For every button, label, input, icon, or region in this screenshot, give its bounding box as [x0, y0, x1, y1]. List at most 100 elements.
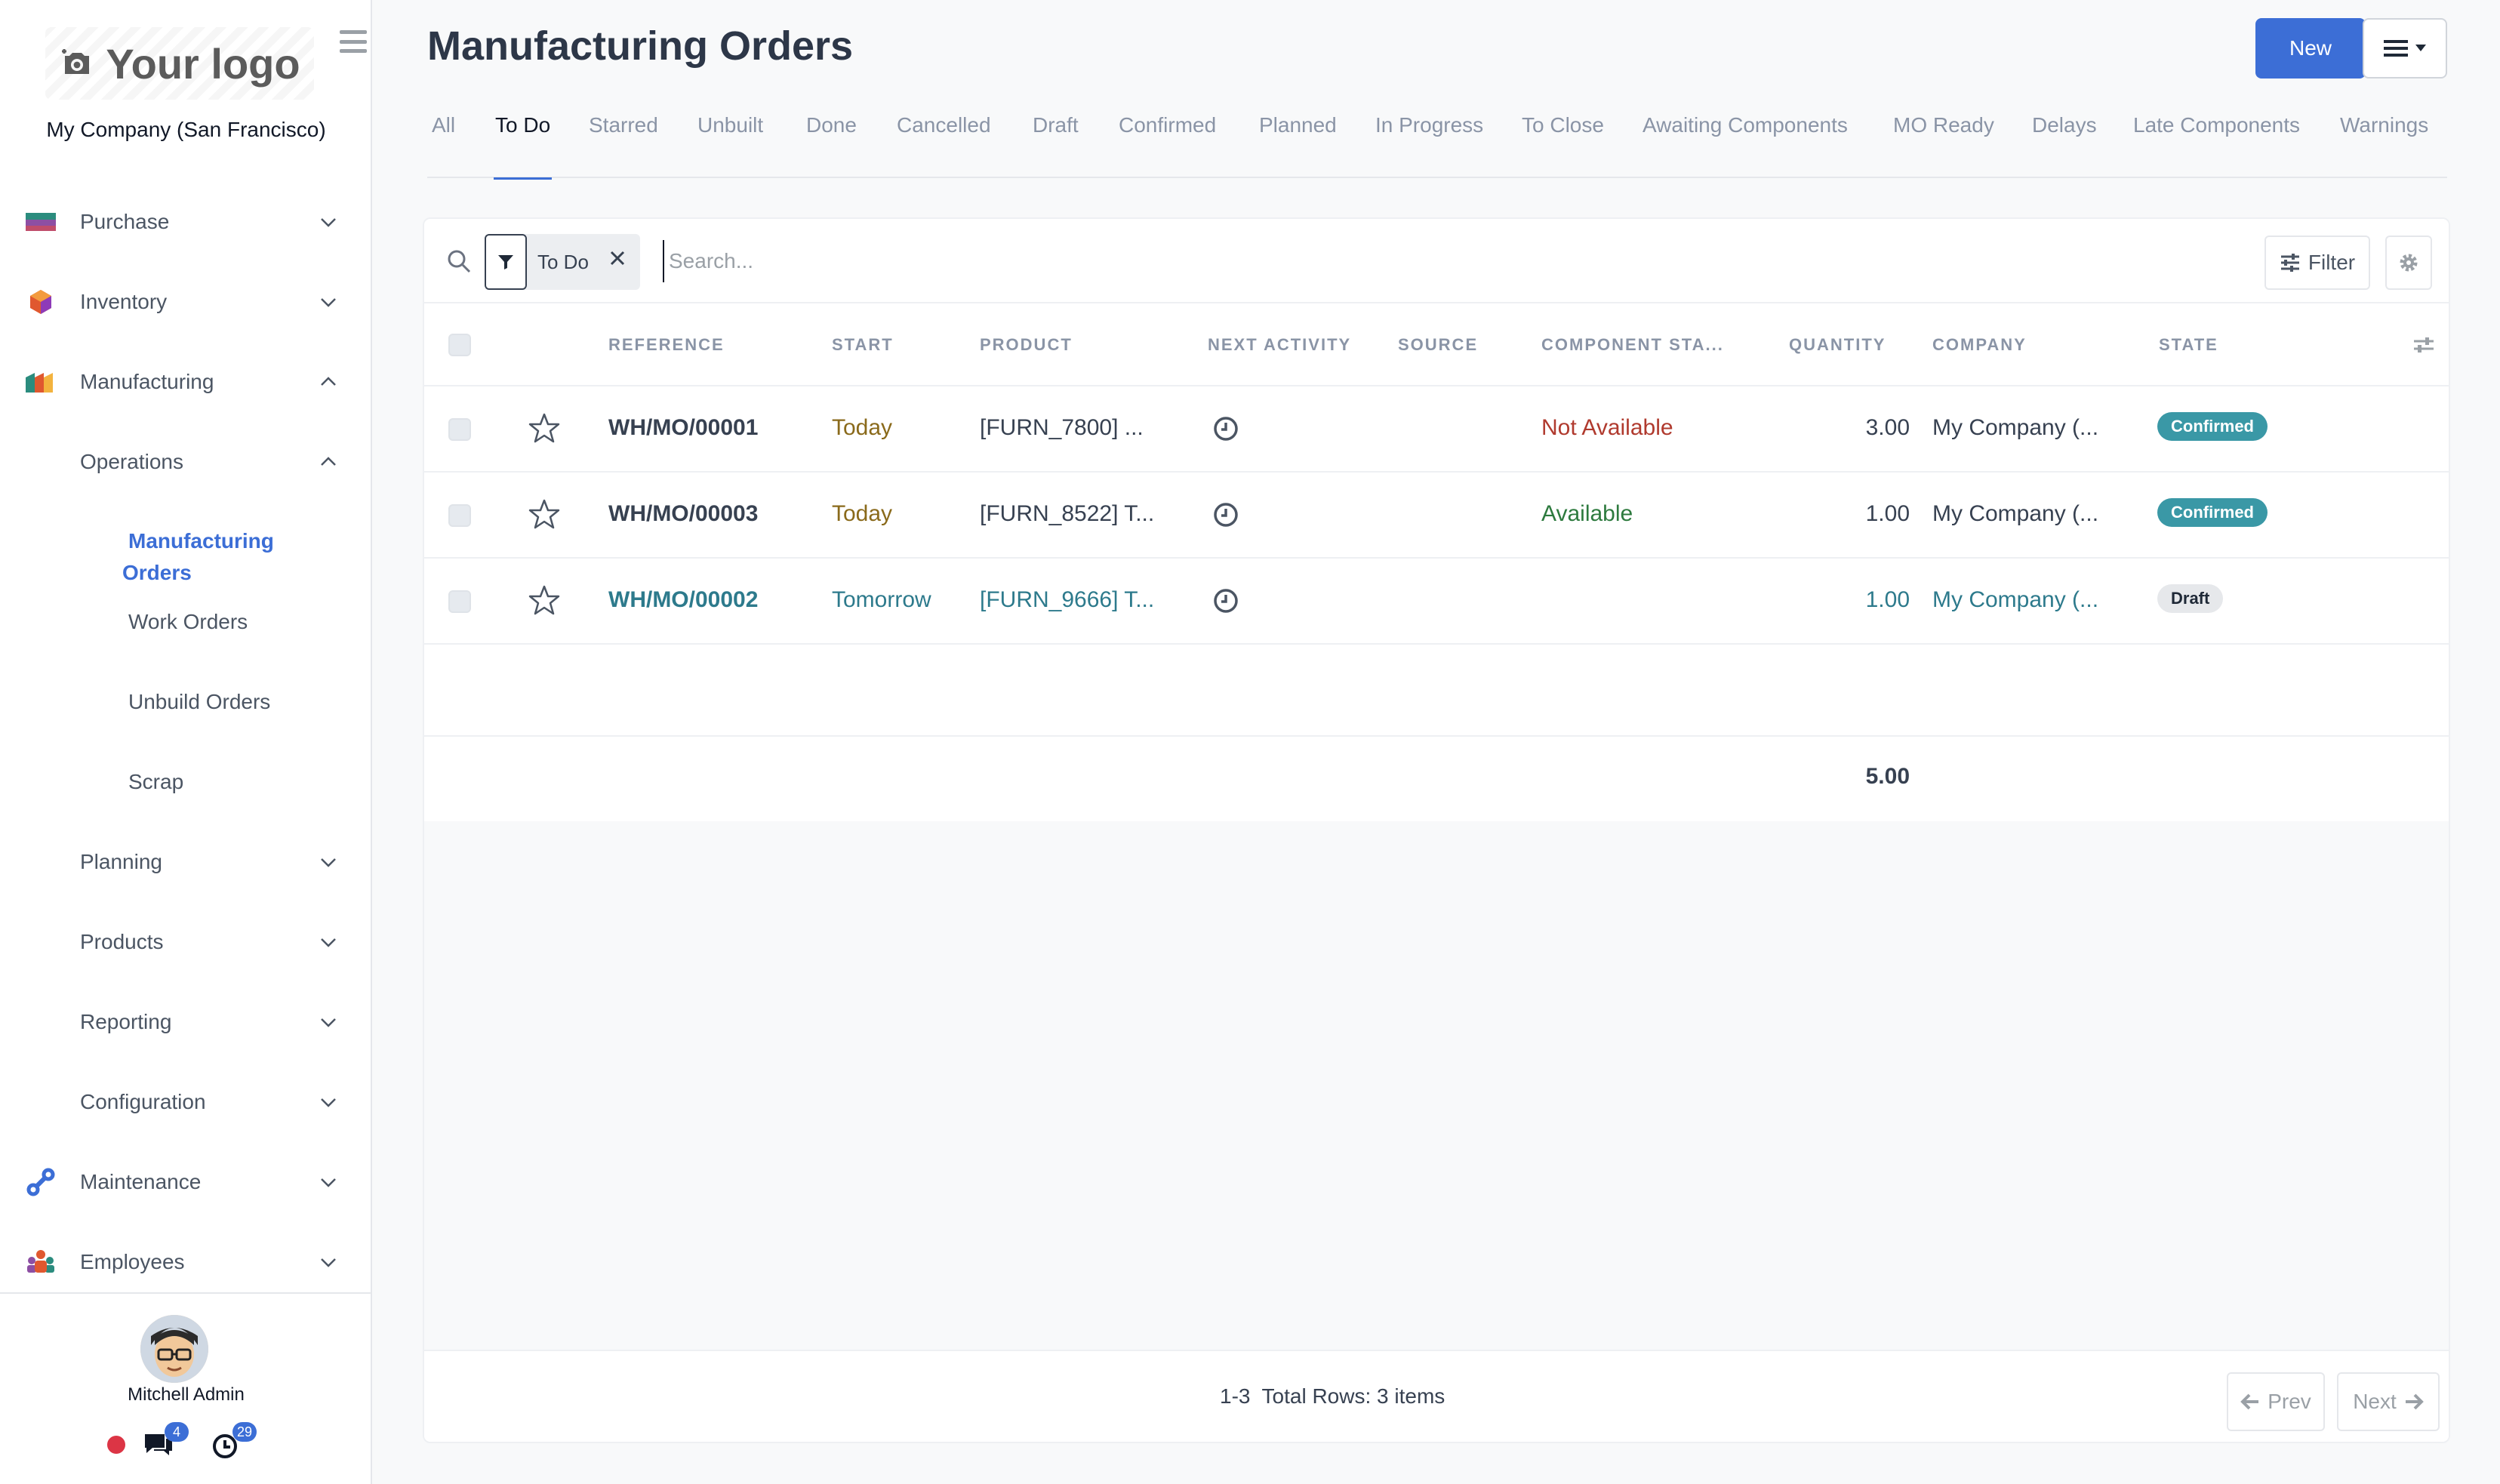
tab-unbuilt[interactable]: Unbuilt: [697, 106, 763, 178]
tab-cancelled[interactable]: Cancelled: [897, 106, 991, 178]
nav-item-label: Work Orders: [128, 610, 248, 633]
prev-button[interactable]: Prev: [2227, 1372, 2325, 1431]
nav-section-operations[interactable]: Operations: [0, 432, 372, 492]
view-switcher-button[interactable]: [2363, 18, 2447, 79]
table-totals-row: 5.00: [424, 735, 2449, 821]
row-checkbox[interactable]: [448, 418, 471, 441]
close-icon[interactable]: [608, 249, 627, 267]
tab-to-close[interactable]: To Close: [1522, 106, 1604, 178]
tab-to-do[interactable]: To Do: [493, 106, 553, 180]
company-cell: My Company (...: [1932, 501, 2099, 526]
nav-item-label: Unbuild Orders: [128, 690, 271, 713]
tab-delays[interactable]: Delays: [2032, 106, 2097, 178]
pager-range[interactable]: 1-3: [1220, 1384, 1250, 1408]
star-icon[interactable]: [528, 584, 560, 616]
column-header-reference[interactable]: REFERENCE: [608, 335, 725, 355]
table-row[interactable]: WH/MO/00003 Today [FURN_8522] T... Avail…: [424, 473, 2449, 559]
search-facet[interactable]: To Do: [485, 234, 640, 290]
nav-section-planning[interactable]: Planning: [0, 832, 372, 892]
column-header-state[interactable]: STATE: [2159, 335, 2218, 355]
column-header-next-activity[interactable]: NEXT ACTIVITY: [1208, 335, 1351, 355]
nav-item-manufacturing-orders[interactable]: Manufacturing Orders: [0, 521, 372, 593]
clock-icon[interactable]: [1212, 587, 1239, 614]
reference-cell: WH/MO/00001: [608, 415, 759, 440]
tab-done[interactable]: Done: [806, 106, 857, 178]
column-header-start[interactable]: START: [832, 335, 894, 355]
nav-section-products[interactable]: Products: [0, 912, 372, 972]
nav-app-purchase[interactable]: Purchase: [0, 192, 372, 252]
nav-section-configuration[interactable]: Configuration: [0, 1072, 372, 1132]
tab-awaiting-components[interactable]: Awaiting Components: [1643, 106, 1848, 178]
logo-text: Your logo: [106, 39, 300, 88]
nav-item-label: Scrap: [128, 770, 184, 793]
tab-in-progress[interactable]: In Progress: [1375, 106, 1483, 178]
search-input[interactable]: [663, 240, 2172, 282]
component-status-cell: Available: [1541, 501, 1633, 526]
nav-section-reporting[interactable]: Reporting: [0, 992, 372, 1052]
next-button[interactable]: Next: [2337, 1372, 2440, 1431]
nav-app-label: Employees: [80, 1250, 185, 1273]
nav-item-work-orders[interactable]: Work Orders: [0, 592, 372, 652]
nav-app-label: Manufacturing: [80, 370, 214, 393]
optional-columns-icon[interactable]: [2412, 334, 2435, 356]
nav-app-label: Inventory: [80, 290, 168, 313]
nav-section-label: Reporting: [80, 1010, 172, 1033]
maintenance-app-icon: [26, 1168, 55, 1196]
settings-button[interactable]: [2385, 236, 2432, 290]
nav-item-scrap[interactable]: Scrap: [0, 752, 372, 812]
column-header-source[interactable]: SOURCE: [1398, 335, 1478, 355]
nav-app-label: Maintenance: [80, 1170, 202, 1193]
user-name[interactable]: Mitchell Admin: [0, 1384, 372, 1405]
nav-app-maintenance[interactable]: Maintenance: [0, 1152, 372, 1212]
tab-starred[interactable]: Starred: [589, 106, 658, 178]
company-switcher[interactable]: My Company (San Francisco): [0, 118, 372, 142]
column-header-component-status[interactable]: COMPONENT STA...: [1541, 335, 1724, 355]
select-all-checkbox[interactable]: [448, 334, 471, 356]
filter-tabs: All To Do Starred Unbuilt Done Cancelled…: [427, 106, 2447, 180]
tab-warnings[interactable]: Warnings: [2340, 106, 2428, 178]
search-icon[interactable]: [445, 248, 473, 275]
status-badge: Confirmed: [2157, 498, 2268, 527]
menu-toggle-icon[interactable]: [340, 30, 367, 53]
tab-draft[interactable]: Draft: [1033, 106, 1079, 178]
star-icon[interactable]: [528, 412, 560, 444]
list-view-icon: [2384, 40, 2408, 57]
filter-label: Filter: [2308, 251, 2356, 274]
messages-icon[interactable]: 4: [142, 1422, 189, 1460]
table-header: REFERENCE START PRODUCT NEXT ACTIVITY SO…: [424, 303, 2449, 386]
table-row[interactable]: WH/MO/00002 Tomorrow [FURN_9666] T... 1.…: [424, 559, 2449, 645]
clock-icon[interactable]: [1212, 501, 1239, 528]
nav-item-unbuild-orders[interactable]: Unbuild Orders: [0, 672, 372, 732]
column-header-product[interactable]: PRODUCT: [980, 335, 1073, 355]
avatar[interactable]: [140, 1315, 208, 1383]
chevron-down-icon: [321, 938, 336, 947]
nav-app-manufacturing[interactable]: Manufacturing: [0, 352, 372, 412]
tab-all[interactable]: All: [432, 106, 455, 178]
table-row[interactable]: WH/MO/00001 Today [FURN_7800] ... Not Av…: [424, 386, 2449, 473]
row-checkbox[interactable]: [448, 504, 471, 527]
new-button[interactable]: New: [2255, 18, 2366, 79]
tab-late-components[interactable]: Late Components: [2133, 106, 2300, 178]
column-header-quantity[interactable]: QUANTITY: [1789, 335, 1886, 355]
clock-icon[interactable]: [1212, 415, 1239, 442]
tab-mo-ready[interactable]: MO Ready: [1893, 106, 1994, 178]
chevron-down-icon: [321, 1018, 336, 1027]
column-header-company[interactable]: COMPANY: [1932, 335, 2027, 355]
row-checkbox[interactable]: [448, 590, 471, 613]
chevron-up-icon: [321, 377, 336, 386]
messages-count-badge: 4: [165, 1422, 189, 1442]
filter-button[interactable]: Filter: [2264, 236, 2370, 290]
list-empty-area: [424, 821, 2449, 1350]
star-icon[interactable]: [528, 498, 560, 530]
component-status-cell: Not Available: [1541, 415, 1673, 440]
activities-icon[interactable]: 29: [210, 1422, 257, 1460]
facet-label: To Do: [537, 250, 589, 273]
nav-item-label: Manufacturing Orders: [122, 529, 274, 584]
nav-app-employees[interactable]: Employees: [0, 1232, 372, 1292]
nav-section-label: Planning: [80, 850, 162, 873]
tab-confirmed[interactable]: Confirmed: [1119, 106, 1216, 178]
tab-planned[interactable]: Planned: [1259, 106, 1337, 178]
status-badge: Draft: [2157, 584, 2224, 613]
next-label: Next: [2353, 1390, 2397, 1413]
nav-app-inventory[interactable]: Inventory: [0, 272, 372, 332]
